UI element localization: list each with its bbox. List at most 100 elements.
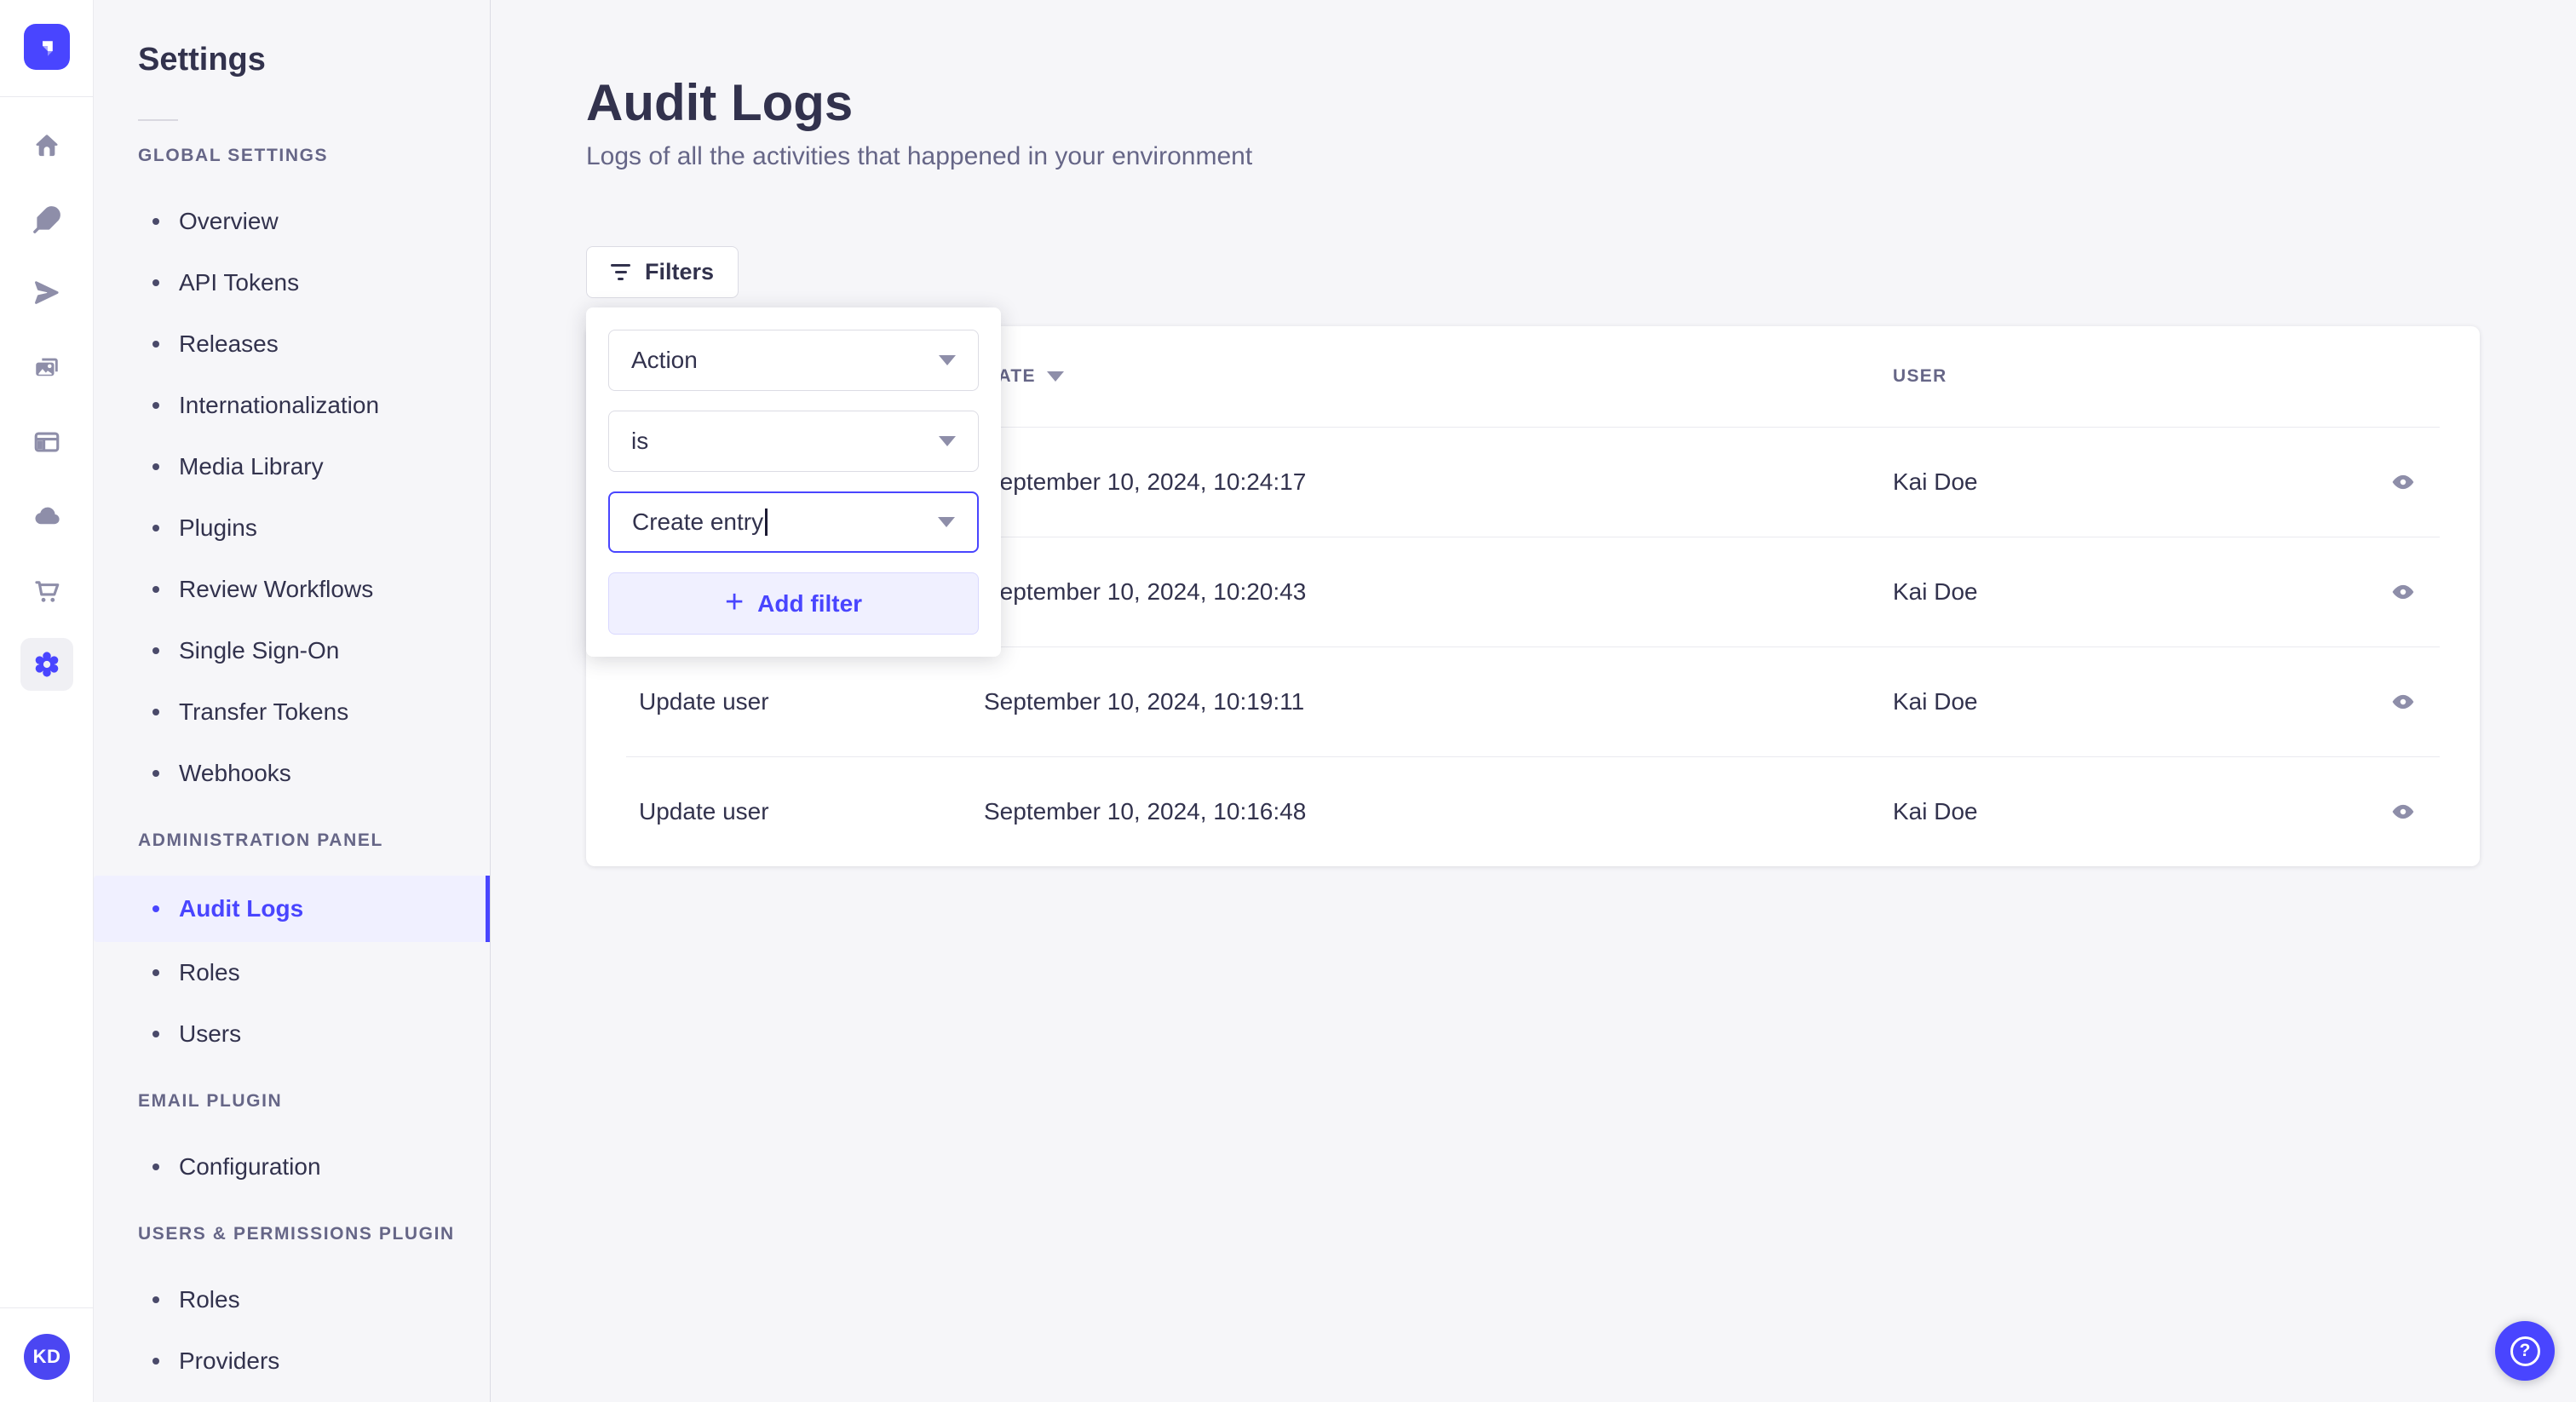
sidebar-item-review-workflows[interactable]: Review Workflows [94, 559, 490, 620]
bullet-icon [152, 279, 159, 286]
bullet-icon [152, 905, 159, 912]
sidebar-item-transfer-tokens[interactable]: Transfer Tokens [94, 681, 490, 743]
sidebar-item-up-providers[interactable]: Providers [94, 1330, 490, 1392]
rail-bottom-divider [0, 1307, 93, 1308]
table-row[interactable]: Update user September 10, 2024, 10:16:48… [586, 756, 2480, 866]
filter-field-value: Action [631, 347, 698, 373]
nav-home-icon[interactable] [0, 108, 94, 182]
sidebar-item-label: Releases [179, 330, 279, 357]
nav-layout-icon[interactable] [0, 405, 94, 479]
nav-cloud-icon[interactable] [0, 479, 94, 553]
settings-title-divider [138, 119, 178, 121]
cell-date: September 10, 2024, 10:20:43 [984, 577, 1307, 605]
question-mark-icon: ? [2510, 1336, 2540, 1366]
sidebar-item-overview[interactable]: Overview [94, 191, 490, 252]
cell-user: Kai Doe [1893, 687, 1978, 715]
sidebar-item-label: Internationalization [179, 392, 380, 418]
sidebar-item-label: Media Library [179, 453, 324, 480]
view-details-button[interactable] [2380, 789, 2426, 835]
strapi-logo-icon [43, 41, 53, 56]
sidebar-item-label: Roles [179, 959, 240, 985]
sidebar-item-plugins[interactable]: Plugins [94, 497, 490, 559]
filter-operator-value: is [631, 428, 649, 454]
help-button[interactable]: ? [2495, 1321, 2555, 1381]
sidebar-item-label: Webhooks [179, 760, 291, 786]
bullet-icon [152, 770, 159, 777]
sidebar-item-label: Single Sign-On [179, 637, 340, 664]
eye-icon [2392, 694, 2414, 709]
view-details-button[interactable] [2380, 679, 2426, 725]
filter-operator-select[interactable]: is [608, 411, 979, 472]
nav-settings-gear-icon[interactable] [0, 627, 94, 701]
settings-active-tile [20, 637, 73, 691]
nav-paper-plane-icon[interactable] [0, 256, 94, 330]
chevron-down-icon [939, 436, 956, 446]
section-global-settings: GLOBAL SETTINGS [138, 146, 329, 165]
filter-value-text: Create entry [632, 509, 768, 536]
sidebar-item-label: Audit Logs [179, 895, 304, 922]
bullet-icon [152, 647, 159, 654]
cell-action: Update user [639, 797, 769, 825]
add-filter-button[interactable]: + Add filter [608, 572, 979, 635]
nav-marketplace-cart-icon[interactable] [0, 553, 94, 627]
table-row[interactable]: Update user September 10, 2024, 10:19:11… [586, 646, 2480, 756]
plus-icon: + [724, 583, 745, 620]
bullet-icon [152, 1031, 159, 1037]
bullet-icon [152, 1164, 159, 1170]
sidebar-item-label: Roles [179, 1286, 240, 1313]
sidebar-item-admin-users[interactable]: Users [94, 1003, 490, 1065]
bullet-icon [152, 1358, 159, 1365]
table-header-date[interactable]: DATE [984, 366, 1893, 387]
sidebar-item-internationalization[interactable]: Internationalization [94, 375, 490, 436]
section-administration-panel: ADMINISTRATION PANEL [138, 830, 383, 850]
sidebar-item-label: Transfer Tokens [179, 698, 349, 725]
sidebar-item-label: API Tokens [179, 269, 300, 296]
bullet-icon [152, 1296, 159, 1303]
sidebar-item-email-configuration[interactable]: Configuration [94, 1136, 490, 1198]
sidebar-item-releases[interactable]: Releases [94, 313, 490, 375]
eye-icon [2392, 804, 2414, 819]
table-header-user: USER [1893, 366, 1947, 386]
bullet-icon [152, 463, 159, 470]
view-details-button[interactable] [2380, 459, 2426, 505]
cell-user: Kai Doe [1893, 577, 1978, 605]
filter-field-select[interactable]: Action [608, 330, 979, 391]
sidebar-item-api-tokens[interactable]: API Tokens [94, 252, 490, 313]
user-avatar[interactable]: KD [24, 1334, 70, 1380]
eye-icon [2392, 474, 2414, 489]
sidebar-item-label: Users [179, 1020, 242, 1047]
filter-popover: Action is Create entry + Add filter [586, 307, 1001, 657]
section-email-plugin: EMAIL PLUGIN [138, 1091, 283, 1111]
sidebar-item-up-roles[interactable]: Roles [94, 1269, 490, 1330]
bullet-icon [152, 341, 159, 348]
chevron-down-icon [939, 355, 956, 365]
view-details-button[interactable] [2380, 569, 2426, 615]
bullet-icon [152, 709, 159, 715]
page-title: Audit Logs [586, 74, 854, 131]
page-subtitle: Logs of all the activities that happened… [586, 142, 1253, 170]
bullet-icon [152, 586, 159, 593]
nav-media-library-icon[interactable] [0, 330, 94, 405]
eye-icon [2392, 584, 2414, 599]
sort-descending-icon [1046, 371, 1064, 382]
icon-rail: KD [0, 0, 94, 1402]
main-content: Audit Logs Logs of all the activities th… [491, 0, 2576, 1402]
strapi-logo[interactable] [24, 24, 70, 70]
sidebar-item-webhooks[interactable]: Webhooks [94, 743, 490, 804]
cell-user: Kai Doe [1893, 468, 1978, 495]
nav-content-feather-icon[interactable] [0, 182, 94, 256]
sidebar-item-single-sign-on[interactable]: Single Sign-On [94, 620, 490, 681]
cell-date: September 10, 2024, 10:24:17 [984, 468, 1307, 495]
cell-user: Kai Doe [1893, 797, 1978, 825]
rail-divider [0, 96, 93, 97]
sidebar-item-media-library[interactable]: Media Library [94, 436, 490, 497]
settings-title: Settings [138, 42, 266, 78]
bullet-icon [152, 969, 159, 976]
sidebar-item-label: Overview [179, 208, 279, 234]
sidebar-item-audit-logs[interactable]: Audit Logs [94, 876, 490, 942]
sidebar-item-label: Configuration [179, 1153, 321, 1180]
filter-value-combobox[interactable]: Create entry [608, 491, 979, 553]
filters-button[interactable]: Filters [586, 246, 739, 298]
settings-sidebar: Settings GLOBAL SETTINGS Overview API To… [94, 0, 491, 1402]
sidebar-item-admin-roles[interactable]: Roles [94, 942, 490, 1003]
